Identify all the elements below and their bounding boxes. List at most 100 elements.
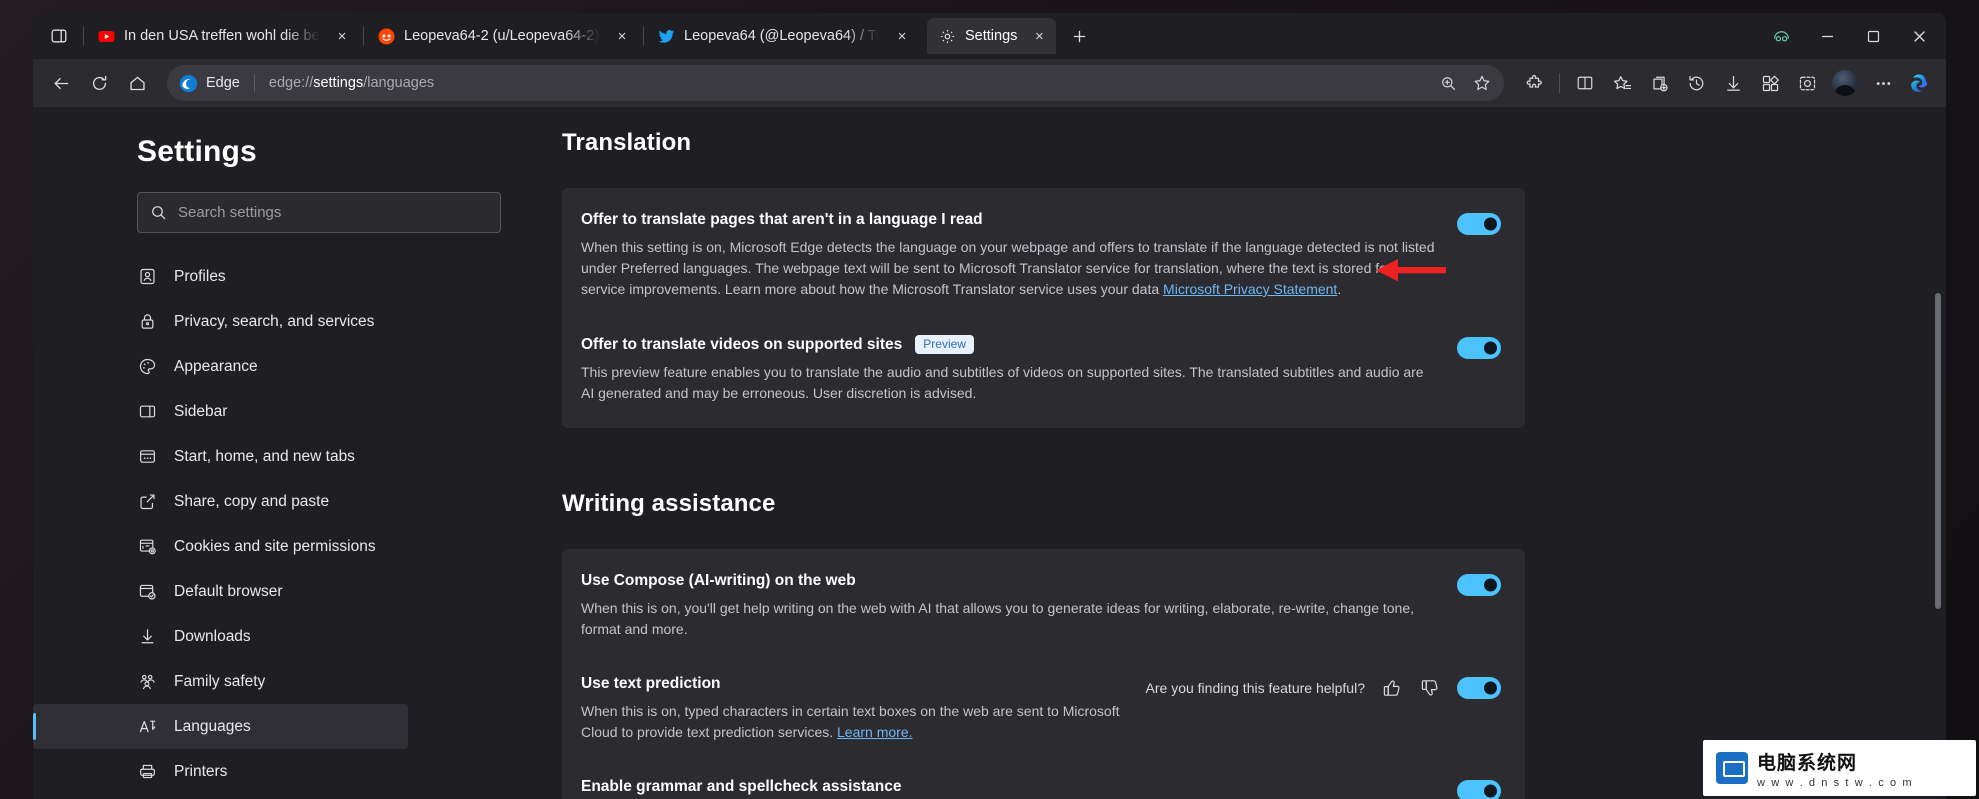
setting-title: Use text prediction	[581, 675, 721, 693]
sidebar-item-start-home-newtabs[interactable]: Start, home, and new tabs	[33, 434, 408, 479]
search-input[interactable]	[178, 204, 488, 221]
watermark-subtitle: w w w . d n s t w . c o m	[1757, 776, 1914, 789]
collections-icon[interactable]	[1641, 65, 1677, 101]
home-button[interactable]	[119, 65, 155, 101]
downloads-icon[interactable]	[1715, 65, 1751, 101]
maximize-button[interactable]	[1850, 13, 1896, 59]
refresh-button[interactable]	[81, 65, 117, 101]
browser-tab-1[interactable]: In den USA treffen wohl die beid ×	[86, 18, 361, 54]
browser-tab-3[interactable]: Leopeva64 (@Leopeva64) / Twitt ×	[646, 18, 921, 54]
sidebar-item-default-browser[interactable]: Default browser	[33, 569, 408, 614]
setting-description: When this setting is on, Microsoft Edge …	[581, 237, 1439, 300]
copilot-icon[interactable]	[1902, 66, 1936, 100]
browser-tab-2[interactable]: Leopeva64-2 (u/Leopeva64-2) - R ×	[366, 18, 641, 54]
setting-description: When this is on, you'll get help writing…	[581, 600, 1415, 638]
sidebar-item-privacy[interactable]: Privacy, search, and services	[33, 299, 408, 344]
toolbar-divider	[1559, 73, 1560, 93]
toggle-text-prediction[interactable]	[1457, 677, 1501, 700]
sidebar-icon	[137, 402, 157, 422]
sidebar-item-languages[interactable]: Languages	[33, 704, 408, 749]
tab-close-button[interactable]: ×	[329, 23, 355, 49]
setting-description: This preview feature enables you to tran…	[581, 364, 1424, 402]
scrollbar-thumb[interactable]	[1935, 293, 1941, 609]
toggle-translate-pages[interactable]	[1457, 213, 1501, 235]
section-heading-translation: Translation	[562, 129, 692, 156]
browser-essentials-caption-icon[interactable]	[1758, 13, 1804, 59]
browser-tab-4-settings[interactable]: Settings ×	[927, 18, 1057, 54]
browser-essentials-icon[interactable]	[1752, 65, 1788, 101]
sidebar-item-label: Privacy, search, and services	[174, 312, 375, 330]
browser-toolbar: Edge edge://settings/languages	[33, 59, 1946, 107]
url-strong: settings	[313, 75, 364, 91]
more-options-icon[interactable]	[1865, 65, 1901, 101]
youtube-icon	[98, 28, 115, 45]
setting-row-text-prediction: Use text prediction When this is on, typ…	[562, 658, 1525, 761]
learn-more-link[interactable]: Learn more.	[837, 724, 912, 740]
sidebar-item-label: Sidebar	[174, 402, 228, 420]
sidebar-item-label: Start, home, and new tabs	[174, 447, 355, 465]
profile-card-icon	[137, 267, 157, 287]
sidebar-item-downloads[interactable]: Downloads	[33, 614, 408, 659]
minimize-button[interactable]	[1804, 13, 1850, 59]
section-heading-writing-assistance: Writing assistance	[562, 490, 776, 518]
tab-close-button[interactable]: ×	[609, 23, 635, 49]
settings-content: Translation Offer to translate pages tha…	[505, 107, 1946, 799]
setting-row-compose: Use Compose (AI-writing) on the web When…	[562, 555, 1525, 658]
share-icon	[137, 492, 157, 512]
toggle-translate-videos[interactable]	[1457, 337, 1501, 359]
search-icon	[150, 204, 167, 221]
thumbs-up-icon[interactable]	[1381, 677, 1403, 699]
sidebar-item-share-copy-paste[interactable]: Share, copy and paste	[33, 479, 408, 524]
close-window-button[interactable]	[1896, 13, 1942, 59]
address-bar[interactable]: Edge edge://settings/languages	[167, 65, 1504, 101]
sidebar-item-label: Profiles	[174, 267, 226, 285]
omnibox-divider	[253, 74, 255, 92]
sidebar-item-sidebar[interactable]: Sidebar	[33, 389, 408, 434]
tab-close-button[interactable]: ×	[889, 23, 915, 49]
zoom-icon[interactable]	[1432, 68, 1464, 98]
status-badge-preview: Preview	[915, 335, 974, 355]
tab-strip: In den USA treffen wohl die beid × Leope…	[33, 13, 1946, 59]
back-button[interactable]	[43, 65, 79, 101]
favorite-star-icon[interactable]	[1466, 68, 1498, 98]
new-tab-button[interactable]	[1062, 19, 1096, 53]
toggle-compose[interactable]	[1457, 574, 1501, 597]
watermark-logo-icon	[1716, 752, 1748, 784]
tab-actions-button[interactable]	[37, 19, 81, 53]
page-title: Settings	[137, 135, 257, 168]
sidebar-item-cookies[interactable]: Cookies and site permissions	[33, 524, 408, 569]
writing-assistance-card: Use Compose (AI-writing) on the web When…	[562, 549, 1525, 799]
split-screen-icon[interactable]	[1567, 65, 1603, 101]
reddit-icon	[378, 28, 395, 45]
translation-card: Offer to translate pages that aren't in …	[562, 188, 1525, 429]
profile-avatar[interactable]	[1832, 70, 1858, 96]
toggle-grammar-spellcheck[interactable]	[1457, 780, 1501, 799]
history-icon[interactable]	[1678, 65, 1714, 101]
tab-close-button[interactable]: ×	[1026, 23, 1052, 49]
extensions-puzzle-icon[interactable]	[1516, 65, 1552, 101]
sidebar-item-label: Languages	[174, 717, 251, 735]
edge-brand: Edge	[179, 74, 240, 93]
screenshot-icon[interactable]	[1789, 65, 1825, 101]
tab-separator	[643, 26, 644, 46]
thumbs-down-icon[interactable]	[1419, 677, 1441, 699]
printer-icon	[137, 762, 157, 782]
watermark: 电脑系统网 w w w . d n s t w . c o m	[1703, 740, 1976, 796]
toolbar-right-icons	[1516, 65, 1936, 101]
tab-title: Settings	[965, 28, 1018, 44]
privacy-statement-link[interactable]: Microsoft Privacy Statement	[1163, 281, 1337, 297]
sidebar-item-appearance[interactable]: Appearance	[33, 344, 408, 389]
download-arrow-icon	[137, 627, 157, 647]
settings-page: Settings Profiles	[33, 107, 1946, 799]
sidebar-item-family-safety[interactable]: Family safety	[33, 659, 408, 704]
favorites-icon[interactable]	[1604, 65, 1640, 101]
setting-row-grammar-spellcheck: Enable grammar and spellcheck assistance	[562, 761, 1525, 799]
search-settings-box[interactable]	[137, 192, 501, 233]
tab-separator	[363, 26, 364, 46]
sidebar-item-profiles[interactable]: Profiles	[33, 254, 408, 299]
tab-separator	[83, 26, 84, 46]
window-dots-icon	[137, 447, 157, 467]
settings-sidebar: Settings Profiles	[33, 107, 505, 799]
sidebar-item-printers[interactable]: Printers	[33, 749, 408, 794]
page-scrollbar[interactable]	[1933, 107, 1944, 799]
